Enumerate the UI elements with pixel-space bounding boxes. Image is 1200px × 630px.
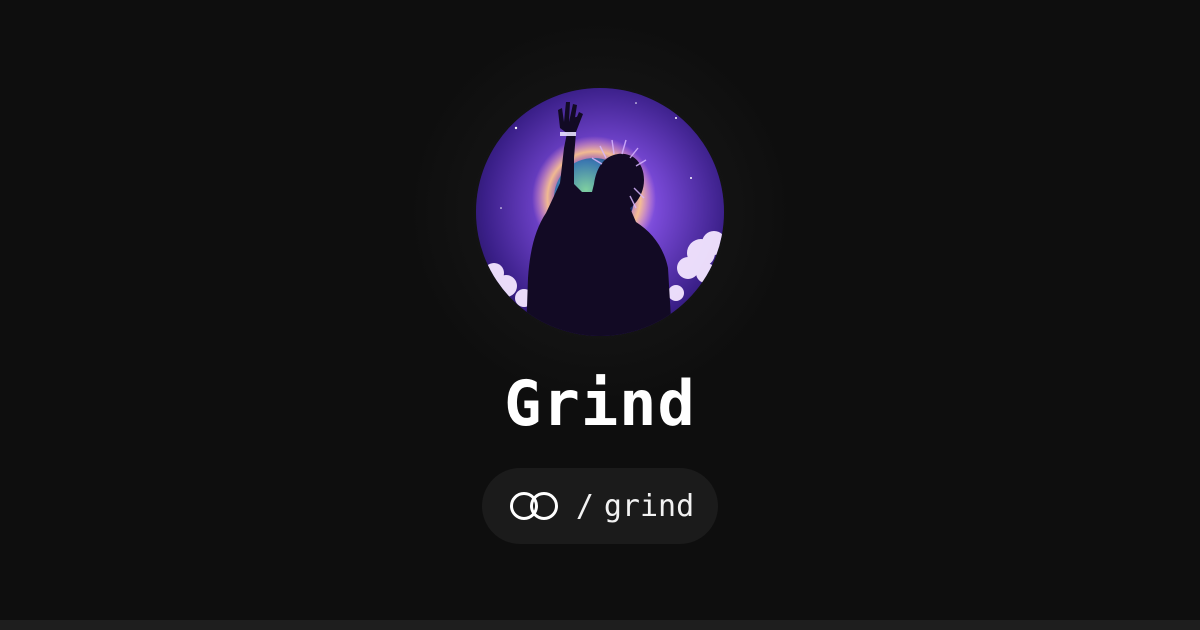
profile-handle: grind: [603, 488, 695, 524]
handle-separator: /: [575, 488, 594, 524]
linked-rings-icon: [506, 490, 562, 522]
avatar[interactable]: [476, 88, 724, 336]
profile-card: Grind / grind: [0, 0, 1200, 630]
profile-handle-link[interactable]: / grind: [482, 468, 718, 544]
bottom-bar: [0, 620, 1200, 630]
profile-name: Grind: [504, 367, 696, 440]
silhouette-avatar-image: [476, 88, 724, 336]
